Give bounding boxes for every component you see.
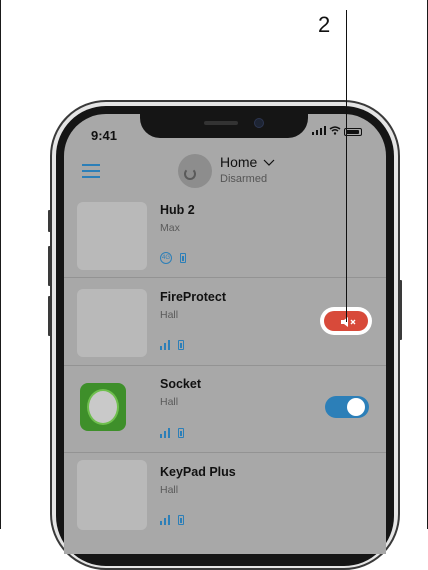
mute-switch	[48, 210, 51, 232]
socket-face	[87, 389, 119, 425]
volume-down-button	[48, 296, 51, 336]
device-name: Socket	[160, 377, 201, 391]
device-name: KeyPad Plus	[160, 465, 236, 479]
device-room: Hall	[160, 396, 179, 408]
device-status: 4G	[160, 252, 186, 264]
callout-number: 2	[318, 12, 331, 37]
device-name: Hub 2	[160, 203, 195, 217]
cellular-signal-icon	[312, 126, 326, 138]
menu-icon[interactable]	[82, 164, 100, 178]
hub-avatar[interactable]	[178, 154, 212, 188]
frame-left-line	[0, 0, 1, 529]
hub-state: Disarmed	[220, 173, 268, 185]
power-button	[399, 280, 402, 340]
chevron-down-icon	[261, 154, 275, 170]
device-status	[160, 340, 184, 350]
callout-line	[346, 10, 347, 322]
hub-selector[interactable]: Home	[220, 154, 275, 170]
battery-icon	[180, 253, 186, 263]
device-status	[160, 428, 184, 438]
volume-up-button	[48, 246, 51, 286]
battery-icon	[178, 340, 184, 350]
wifi-icon	[329, 126, 341, 138]
battery-icon	[178, 428, 184, 438]
camera-icon	[254, 118, 264, 128]
device-room: Hall	[160, 484, 179, 496]
device-status	[160, 515, 184, 525]
hub-title: Home	[220, 154, 258, 170]
hub-device-image	[77, 202, 147, 270]
4g-icon: 4G	[160, 252, 172, 264]
signal-icon	[160, 340, 170, 350]
speaker	[204, 121, 238, 125]
keypad-device-image	[77, 460, 147, 530]
battery-icon	[178, 515, 184, 525]
toggle-knob	[347, 398, 365, 416]
device-room: Max	[160, 222, 180, 234]
device-name: FireProtect	[160, 290, 226, 304]
signal-icon	[160, 515, 170, 525]
status-icons	[312, 126, 362, 138]
fireprotect-device-image	[77, 289, 147, 357]
device-room: Hall	[160, 309, 179, 321]
status-time: 9:41	[91, 128, 118, 143]
signal-icon	[160, 428, 170, 438]
